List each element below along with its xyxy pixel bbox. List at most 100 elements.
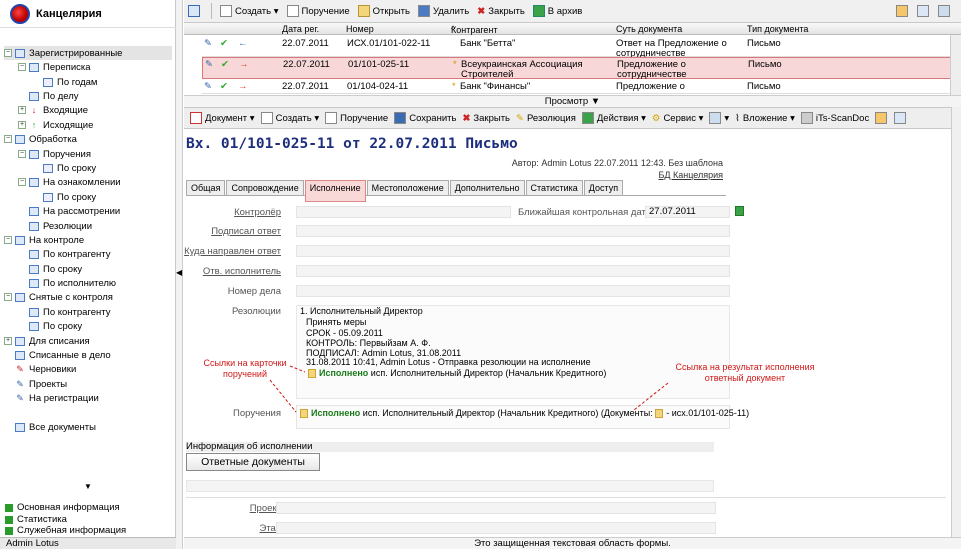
back-icon[interactable]: [875, 112, 888, 124]
expand-toggle-icon[interactable]: −: [18, 178, 26, 186]
database-link[interactable]: БД Канцелярия: [658, 170, 723, 180]
sidebar-item[interactable]: − Зарегистрированные: [4, 46, 172, 60]
collapse-arrow-icon[interactable]: ▼: [84, 482, 92, 491]
doc-scrollbar[interactable]: [951, 107, 961, 537]
resolution-link[interactable]: Исполнено исп. Исполнительный Директор (…: [308, 368, 606, 379]
doc-assign-button[interactable]: Поручение: [325, 112, 388, 124]
reply-docs-button[interactable]: Ответные документы: [186, 453, 320, 471]
table-row[interactable]: ✎ ✔ → 22.07.2011 01/104-024-11 Банк "Финансы"…: [202, 80, 961, 94]
search-icon[interactable]: [917, 5, 929, 17]
delete-button[interactable]: Удалить: [417, 5, 469, 17]
expand-toggle-icon[interactable]: +: [4, 337, 12, 345]
help-icon[interactable]: [938, 5, 950, 17]
col-party[interactable]: Контрагент ^: [451, 24, 498, 35]
sidebar-item[interactable]: + ↓ Входящие: [18, 103, 172, 117]
sidebar-item[interactable]: Все документы: [4, 420, 172, 434]
sidebar-item[interactable]: На рассмотрении: [18, 204, 172, 218]
controller-label[interactable]: Контролёр: [234, 207, 281, 218]
attachment-menu[interactable]: ⌇ Вложение ▾: [735, 113, 795, 124]
doc-create-button[interactable]: Создать ▾: [260, 112, 319, 124]
link-menu[interactable]: ▾: [709, 112, 729, 124]
grid-view-icon[interactable]: [188, 5, 200, 17]
doc-close-button[interactable]: ✖ Закрыть: [462, 113, 510, 124]
expand-toggle-icon[interactable]: −: [18, 150, 26, 158]
table-row[interactable]: ✎ ✔ ← 22.07.2011 ИСХ.01/101-022-11 Банк "Бетт…: [202, 37, 961, 59]
table-row[interactable]: ✎ ✔ → 22.07.2011 01/101-025-11 Всеукраинская …: [202, 57, 961, 80]
sidebar-item[interactable]: По годам: [32, 75, 172, 89]
archive-button[interactable]: В архив: [532, 5, 582, 17]
statistics-link[interactable]: Статистика: [5, 514, 67, 525]
sidebar-item[interactable]: По сроку: [18, 262, 172, 276]
tab-1[interactable]: Сопровождение: [226, 180, 304, 196]
grid-scrollbar[interactable]: [950, 35, 961, 95]
resolution-button[interactable]: ✎ Резолюция: [516, 113, 576, 124]
sidebar-item[interactable]: ✎ Черновики: [4, 362, 172, 376]
search-icon[interactable]: [894, 112, 907, 124]
sidebar-item[interactable]: + Для списания: [4, 334, 172, 348]
expand-toggle-icon[interactable]: −: [18, 63, 26, 71]
splitter[interactable]: ◀: [176, 0, 183, 549]
sidebar-item[interactable]: − На ознакомлении: [18, 175, 172, 189]
expand-toggle-icon[interactable]: −: [4, 236, 12, 244]
assignment-link[interactable]: Исполнено исп. Исполнительный Директор (…: [300, 408, 749, 419]
sidebar-item[interactable]: − Переписка: [18, 60, 172, 74]
tab-4[interactable]: Дополнительно: [449, 180, 525, 196]
signed-label[interactable]: Подписал ответ: [211, 226, 281, 237]
sent-field[interactable]: [296, 245, 730, 257]
col-type[interactable]: Тип документа: [747, 24, 808, 34]
actions-menu[interactable]: Действия ▾: [581, 112, 646, 124]
sidebar-item[interactable]: − Снятые с контроля: [4, 290, 172, 304]
refresh-icon[interactable]: [735, 206, 744, 216]
stage-field[interactable]: [276, 522, 716, 534]
document-menu[interactable]: Документ ▾: [190, 112, 255, 124]
tab-5[interactable]: Статистика: [525, 180, 583, 196]
sidebar-item[interactable]: По исполнителю: [18, 276, 172, 290]
sidebar-item[interactable]: По контрагенту: [18, 305, 172, 319]
col-number[interactable]: Номер: [346, 24, 374, 34]
tab-2[interactable]: Исполнение: [304, 180, 366, 202]
expand-toggle-icon[interactable]: +: [18, 121, 26, 129]
sidebar-item[interactable]: − На контроле: [4, 233, 172, 247]
create-button[interactable]: Создать ▾: [220, 5, 279, 17]
service-info-link[interactable]: Служебная информация: [5, 525, 126, 536]
preview-toggle[interactable]: Просмотр ▼: [184, 95, 961, 107]
sidebar-item[interactable]: По сроку: [32, 190, 172, 204]
signed-field[interactable]: [296, 225, 730, 237]
sidebar-item[interactable]: ✎ Проекты: [4, 377, 172, 391]
collapse-left-icon[interactable]: ◀: [176, 268, 182, 277]
expand-toggle-icon[interactable]: −: [4, 293, 12, 301]
case-field[interactable]: [296, 285, 730, 297]
tab-0[interactable]: Общая: [186, 180, 226, 196]
resp-field[interactable]: [296, 265, 730, 277]
sidebar-item[interactable]: ✎ На регистрации: [4, 391, 172, 405]
sidebar-item[interactable]: Списанные в дело: [4, 348, 172, 362]
expand-toggle-icon[interactable]: −: [4, 49, 12, 57]
sidebar-item[interactable]: По сроку: [18, 319, 172, 333]
main-info-link[interactable]: Основная информация: [5, 502, 120, 513]
sidebar-item[interactable]: По контрагенту: [18, 247, 172, 261]
service-menu[interactable]: ⚙ Сервис ▾: [652, 113, 703, 124]
save-button[interactable]: Сохранить: [394, 112, 456, 124]
expand-toggle-icon[interactable]: −: [4, 135, 12, 143]
controller-field[interactable]: [296, 206, 511, 218]
export-icon[interactable]: [896, 5, 908, 17]
sidebar-item[interactable]: По делу: [18, 89, 172, 103]
sidebar-item[interactable]: − Обработка: [4, 132, 172, 146]
tab-6[interactable]: Доступ: [583, 180, 624, 196]
reply-docs-field[interactable]: [186, 480, 714, 492]
tab-3[interactable]: Местоположение: [366, 180, 449, 196]
close-button[interactable]: ✖ Закрыть: [477, 6, 525, 17]
sidebar-item[interactable]: Резолюции: [18, 219, 172, 233]
col-essence[interactable]: Суть документа: [616, 24, 682, 34]
resp-label[interactable]: Отв. исполнитель: [203, 266, 281, 277]
col-date[interactable]: Дата рег.: [282, 24, 319, 34]
sidebar-item[interactable]: − Поручения: [18, 147, 172, 161]
open-button[interactable]: Открыть: [357, 5, 410, 17]
scandoc-button[interactable]: iTs-ScanDoc: [800, 112, 869, 124]
sidebar-item[interactable]: По сроку: [32, 161, 172, 175]
expand-toggle-icon[interactable]: +: [18, 106, 26, 114]
sent-label[interactable]: Куда направлен ответ: [184, 246, 281, 257]
project-field[interactable]: [276, 502, 716, 514]
assign-button[interactable]: Поручение: [286, 5, 350, 17]
sidebar-item[interactable]: + ↑ Исходящие: [18, 118, 172, 132]
